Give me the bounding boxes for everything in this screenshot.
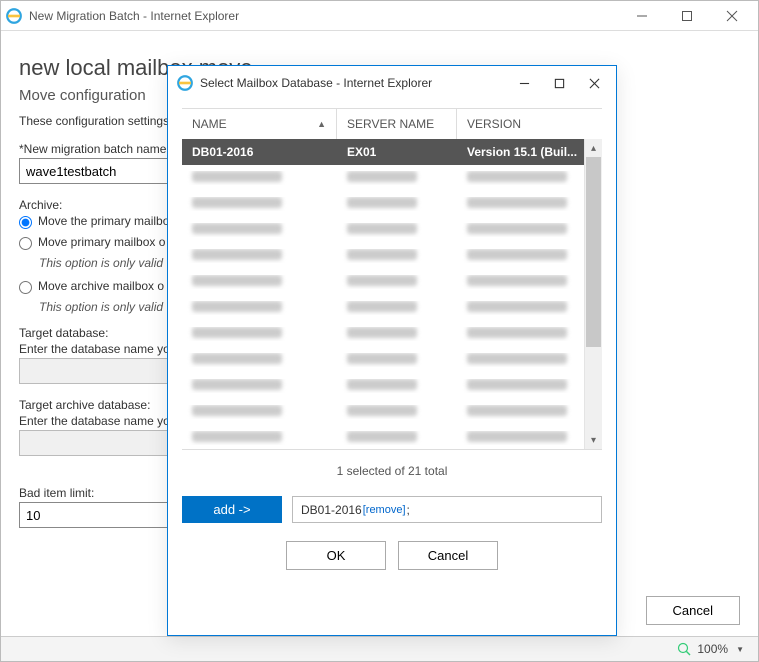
column-header-name[interactable]: NAME ▲ bbox=[182, 109, 337, 139]
selected-item-sep: ; bbox=[407, 503, 410, 517]
archive-radio-archive-only-label: Move archive mailbox o bbox=[38, 279, 164, 293]
table-row[interactable] bbox=[182, 269, 602, 295]
modal-maximize-button[interactable] bbox=[542, 69, 577, 97]
modal-button-row: OK Cancel bbox=[182, 541, 602, 570]
vertical-scrollbar[interactable]: ▴ ▾ bbox=[584, 139, 602, 449]
table-header-row: NAME ▲ SERVER NAME VERSION bbox=[182, 109, 602, 139]
add-row: add -> DB01-2016 [remove]; bbox=[182, 496, 602, 523]
table-row[interactable] bbox=[182, 295, 602, 321]
table-row[interactable] bbox=[182, 165, 602, 191]
cell-version: Version 15.1 (Buil... bbox=[457, 145, 602, 159]
status-bar: 100% ▼ bbox=[1, 636, 758, 661]
archive-radio-primary-label: Move the primary mailbox bbox=[38, 214, 175, 228]
archive-radio-archive-only[interactable] bbox=[19, 281, 32, 294]
table-row[interactable] bbox=[182, 191, 602, 217]
selection-count: 1 selected of 21 total bbox=[182, 450, 602, 496]
sort-asc-icon: ▲ bbox=[317, 119, 326, 129]
main-window-title: New Migration Batch - Internet Explorer bbox=[29, 9, 619, 23]
modal-body: NAME ▲ SERVER NAME VERSION DB01-2016 EX0… bbox=[168, 100, 616, 584]
table-row[interactable]: DB01-2016 EX01 Version 15.1 (Buil... bbox=[182, 139, 602, 165]
scrollbar-thumb[interactable] bbox=[586, 157, 601, 347]
ie-icon bbox=[5, 7, 23, 25]
selected-item-name: DB01-2016 bbox=[301, 503, 362, 517]
close-button[interactable] bbox=[709, 2, 754, 30]
selected-items-box[interactable]: DB01-2016 [remove]; bbox=[292, 496, 602, 523]
modal-minimize-button[interactable] bbox=[507, 69, 542, 97]
database-table: NAME ▲ SERVER NAME VERSION DB01-2016 EX0… bbox=[182, 108, 602, 450]
column-header-server[interactable]: SERVER NAME bbox=[337, 109, 457, 139]
table-row[interactable] bbox=[182, 321, 602, 347]
table-row[interactable] bbox=[182, 399, 602, 425]
column-header-version[interactable]: VERSION bbox=[457, 109, 602, 139]
add-button[interactable]: add -> bbox=[182, 496, 282, 523]
table-row[interactable] bbox=[182, 243, 602, 269]
cell-server: EX01 bbox=[337, 145, 457, 159]
window-controls bbox=[619, 2, 754, 30]
main-cancel-button[interactable]: Cancel bbox=[646, 596, 740, 625]
modal-close-button[interactable] bbox=[577, 69, 612, 97]
ie-icon bbox=[176, 74, 194, 92]
modal-titlebar: Select Mailbox Database - Internet Explo… bbox=[168, 66, 616, 100]
table-body: DB01-2016 EX01 Version 15.1 (Buil... ▴ bbox=[182, 139, 602, 449]
archive-radio-primary-only-label: Move primary mailbox o bbox=[38, 235, 165, 249]
minimize-button[interactable] bbox=[619, 2, 664, 30]
main-titlebar: New Migration Batch - Internet Explorer bbox=[1, 1, 758, 31]
modal-window-controls bbox=[507, 69, 612, 97]
scrollbar-track[interactable] bbox=[585, 157, 602, 431]
archive-radio-primary-only[interactable] bbox=[19, 237, 32, 250]
table-row[interactable] bbox=[182, 347, 602, 373]
column-header-name-label: NAME bbox=[192, 117, 227, 131]
archive-radio-primary[interactable] bbox=[19, 216, 32, 229]
zoom-icon bbox=[677, 642, 691, 656]
table-row[interactable] bbox=[182, 217, 602, 243]
select-database-dialog: Select Mailbox Database - Internet Explo… bbox=[167, 65, 617, 636]
maximize-button[interactable] bbox=[664, 2, 709, 30]
zoom-dropdown-icon[interactable]: ▼ bbox=[736, 645, 744, 654]
remove-link[interactable]: [remove] bbox=[363, 504, 406, 516]
main-button-row: Cancel bbox=[646, 596, 740, 625]
table-row[interactable] bbox=[182, 373, 602, 399]
cell-name: DB01-2016 bbox=[182, 145, 337, 159]
scroll-up-icon[interactable]: ▴ bbox=[585, 139, 602, 157]
table-row[interactable] bbox=[182, 425, 602, 449]
scroll-down-icon[interactable]: ▾ bbox=[585, 431, 602, 449]
modal-cancel-button[interactable]: Cancel bbox=[398, 541, 498, 570]
ok-button[interactable]: OK bbox=[286, 541, 386, 570]
modal-title: Select Mailbox Database - Internet Explo… bbox=[200, 76, 507, 90]
zoom-level: 100% bbox=[697, 642, 728, 656]
